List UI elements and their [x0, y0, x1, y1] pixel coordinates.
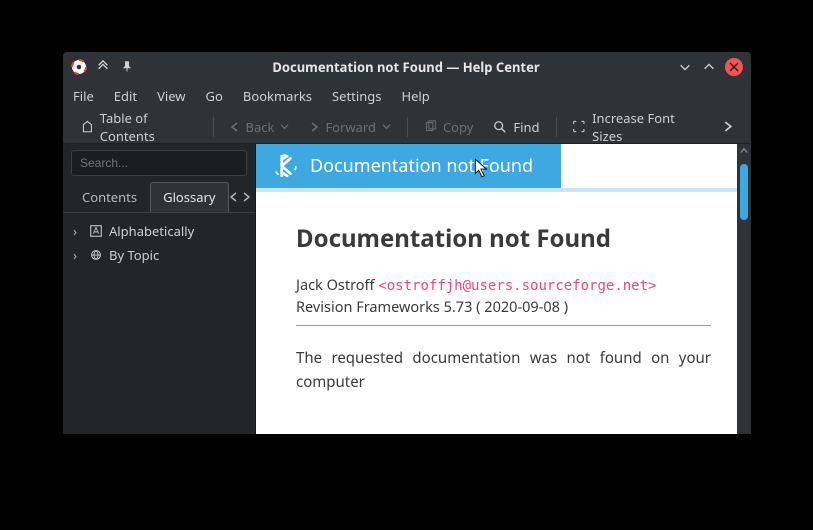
separator [556, 117, 557, 137]
tree-item-label: Alphabetically [109, 222, 194, 240]
sidebar-tabs: Contents Glossary [63, 182, 255, 212]
increase-font-label: Increase Font Sizes [592, 109, 698, 145]
expand-icon: › [73, 222, 83, 240]
tab-glossary[interactable]: Glossary [150, 182, 228, 212]
maximize-button[interactable] [701, 59, 717, 75]
menu-file[interactable]: File [73, 87, 94, 105]
titlebar: Documentation not Found — Help Center [63, 52, 751, 82]
separator [213, 117, 214, 137]
forward-label: Forward [325, 118, 376, 136]
chevron-down-icon [382, 122, 391, 131]
minimize-button[interactable] [677, 59, 693, 75]
tree-item-topic[interactable]: › By Topic [67, 243, 251, 267]
topic-icon [89, 248, 103, 262]
help-center-window: Documentation not Found — Help Center Fi… [63, 52, 751, 434]
revision-line: Revision Frameworks 5.73 ( 2020-09-08 ) [296, 297, 711, 326]
find-button[interactable]: Find [485, 114, 547, 140]
toc-button[interactable]: Table of Contents [73, 105, 205, 149]
document-text: The requested documentation was not foun… [296, 346, 711, 394]
menu-bookmarks[interactable]: Bookmarks [243, 87, 312, 105]
back-label: Back [246, 118, 275, 136]
glossary-tree: › Alphabetically › By Topic [63, 212, 255, 434]
alpha-icon [89, 224, 103, 238]
document-header: Documentation not Found [256, 144, 751, 192]
copy-button[interactable]: Copy [416, 114, 481, 140]
find-label: Find [513, 118, 539, 136]
forward-button[interactable]: Forward [301, 114, 399, 140]
sidebar: Contents Glossary › Alphabetically › By … [63, 144, 256, 434]
copy-label: Copy [443, 118, 473, 136]
toc-label: Table of Contents [100, 109, 197, 145]
author-name: Jack Ostroff [296, 275, 375, 295]
menu-edit[interactable]: Edit [114, 87, 137, 105]
expand-icon: › [73, 246, 83, 264]
back-button[interactable]: Back [222, 114, 298, 140]
author-email: <ostroffjh@users.sourceforge.net> [378, 278, 656, 294]
document-view: Documentation not Found Documentation no… [256, 144, 751, 434]
separator [407, 117, 408, 137]
window-title: Documentation not Found — Help Center [135, 58, 677, 76]
tree-item-label: By Topic [109, 246, 159, 264]
menu-help[interactable]: Help [401, 87, 429, 105]
tab-next-icon[interactable] [241, 188, 251, 206]
close-button[interactable] [725, 58, 743, 76]
tree-item-alphabetical[interactable]: › Alphabetically [67, 219, 251, 243]
menu-go[interactable]: Go [206, 87, 223, 105]
increase-font-button[interactable]: Increase Font Sizes [564, 105, 706, 149]
scroll-up-icon[interactable] [737, 144, 751, 158]
tab-prev-icon[interactable] [229, 188, 239, 206]
keep-above-icon[interactable] [95, 59, 111, 75]
document-body: Documentation not Found Jack Ostroff <os… [256, 192, 751, 434]
pin-icon[interactable] [119, 59, 135, 75]
toolbar: Table of Contents Back Forward Copy Find… [63, 110, 751, 144]
vertical-scrollbar[interactable] [737, 144, 751, 434]
document-title: Documentation not Found [296, 222, 711, 255]
tab-contents[interactable]: Contents [69, 182, 150, 212]
chevron-down-icon [280, 122, 289, 131]
app-icon [71, 59, 87, 75]
document-header-title: Documentation not Found [310, 154, 533, 178]
search-input[interactable] [71, 150, 247, 176]
menu-settings[interactable]: Settings [332, 87, 381, 105]
kde-logo-icon [272, 153, 298, 179]
scrollbar-thumb[interactable] [740, 164, 748, 220]
menu-view[interactable]: View [157, 87, 185, 105]
toolbar-overflow-button[interactable] [714, 117, 741, 136]
